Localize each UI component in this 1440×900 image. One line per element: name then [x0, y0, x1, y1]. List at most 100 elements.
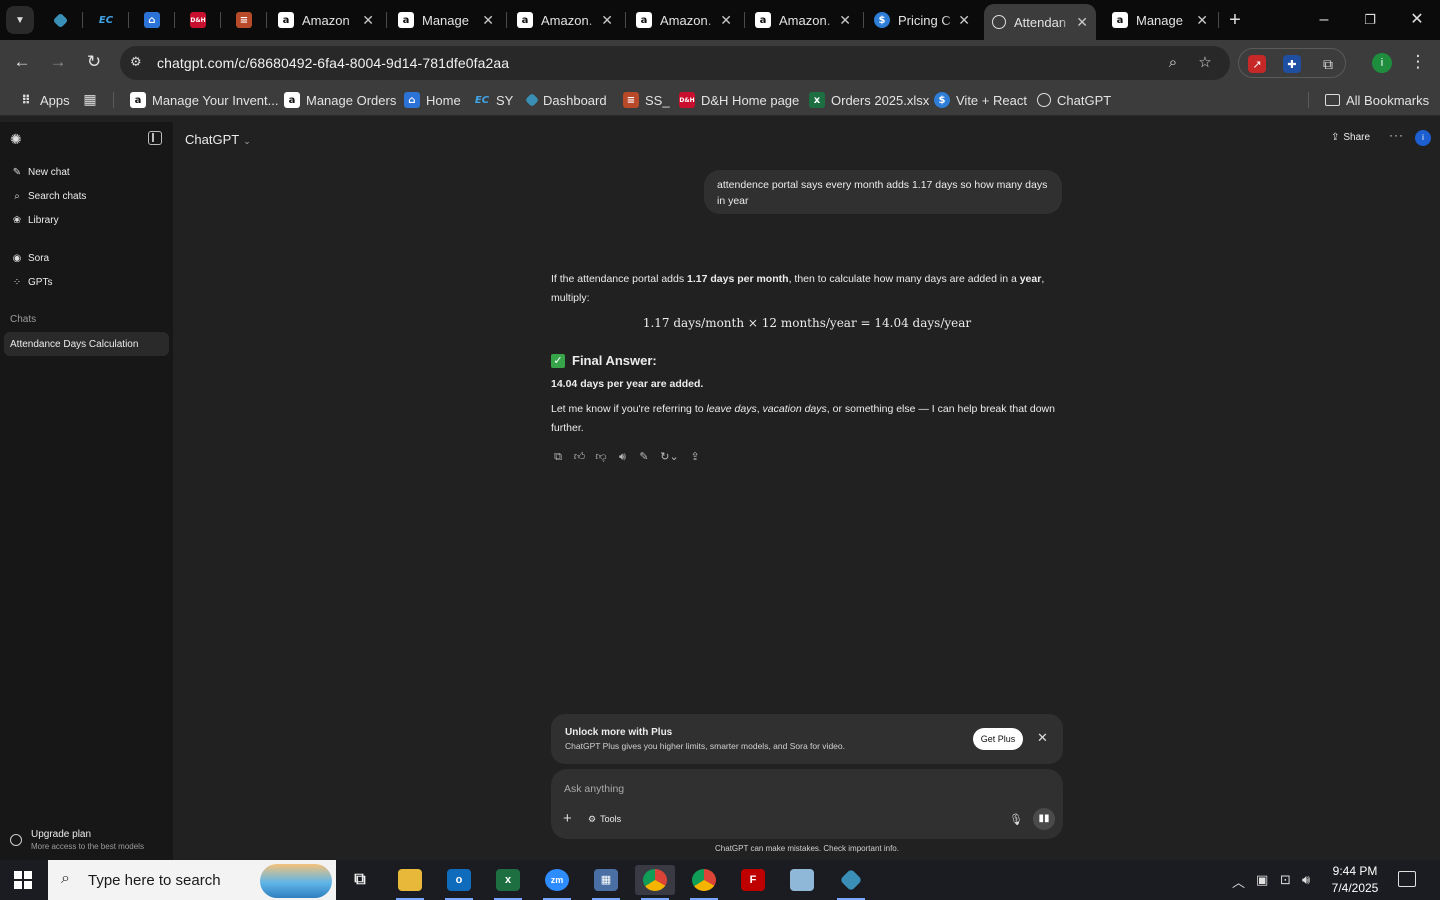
close-icon[interactable]: ✕ — [839, 12, 851, 29]
pinned-tab[interactable]: ≡ — [232, 8, 256, 32]
volume-icon[interactable]: 🔊︎ — [1302, 872, 1310, 888]
browser-tab[interactable]: $ Pricing C ✕ — [866, 6, 978, 34]
get-plus-button[interactable]: Get Plus — [973, 728, 1023, 750]
bookmark-item[interactable]: Dashboard — [524, 91, 607, 109]
close-icon[interactable]: ✕ — [1196, 12, 1208, 29]
browser-tab-active[interactable]: Attendan ✕ — [984, 4, 1096, 40]
all-bookmarks[interactable]: All Bookmarks — [1325, 91, 1429, 109]
bookmark-item[interactable]: EC SY — [474, 91, 513, 109]
bookmark-item[interactable]: D&H D&H Home page — [679, 91, 799, 109]
bookmark-item[interactable]: a Manage Orders — [284, 91, 396, 109]
site-info-icon[interactable]: ⚙ — [130, 54, 148, 72]
close-icon[interactable]: ✕ — [362, 12, 374, 29]
bookmark-item[interactable]: a Manage Your Invent... — [130, 91, 278, 109]
bookmark-item[interactable]: ≡ SS_ — [623, 91, 670, 109]
app-icon[interactable] — [831, 865, 871, 900]
bookmark-item[interactable]: ChatGPT — [1037, 91, 1111, 109]
pdf-extension-icon[interactable]: ↗ — [1248, 55, 1266, 73]
restore-icon[interactable]: ❐ — [1358, 8, 1382, 32]
bookmark-item[interactable]: $ Vite + React — [934, 91, 1027, 109]
close-icon[interactable]: ✕ — [958, 12, 970, 29]
chrome-icon[interactable] — [684, 865, 724, 900]
task-view-icon[interactable]: ⧉ — [340, 865, 380, 895]
amazon-icon: a — [636, 12, 652, 28]
pinned-tab[interactable] — [48, 8, 72, 32]
sidebar-chat-attendance-days[interactable]: Attendance Days Calculation — [4, 332, 169, 356]
system-clock[interactable]: 9:44 PM 7/4/2025 — [1325, 863, 1385, 897]
file-explorer-icon[interactable] — [390, 865, 430, 900]
new-tab-icon[interactable]: + — [1223, 8, 1247, 32]
tools-button[interactable]: ⚙ Tools — [588, 814, 621, 825]
pinned-tab[interactable]: EC — [94, 8, 118, 32]
close-icon[interactable]: ✕ — [1037, 730, 1048, 746]
calculator-icon[interactable]: ▦ — [586, 865, 626, 900]
close-icon[interactable]: ✕ — [601, 12, 613, 29]
microphone-icon[interactable]: 🎙︎ — [1009, 813, 1023, 826]
regenerate-icon[interactable]: ↻⌄ — [659, 450, 681, 464]
address-bar[interactable]: ⚙ chatgpt.com/c/68680492-6fa4-8004-9d14-… — [120, 46, 1230, 80]
taskbar-search[interactable]: ⌕ Type here to search — [48, 860, 336, 900]
browser-tab[interactable]: a Amazon ✕ — [270, 6, 382, 34]
tab-groups-button[interactable]: ▦ — [82, 91, 104, 109]
forward-icon[interactable]: → — [46, 50, 70, 74]
security-icon[interactable]: ▣ — [1256, 872, 1268, 888]
sidebar-item-library[interactable]: ❀ Library — [4, 209, 169, 231]
puzzle-extension-icon[interactable]: ✚ — [1283, 55, 1301, 73]
star-icon[interactable]: ☆ — [1196, 54, 1214, 72]
network-icon[interactable]: ⊡ — [1280, 872, 1291, 888]
close-icon[interactable]: ✕ — [720, 12, 732, 29]
profile-avatar[interactable]: i — [1372, 53, 1392, 73]
windows-start-icon[interactable] — [14, 871, 32, 889]
more-options-icon[interactable]: ··· — [1389, 128, 1404, 142]
chrome-icon[interactable] — [635, 865, 675, 900]
plus-icon[interactable]: + — [563, 810, 572, 827]
filezilla-icon[interactable]: F — [733, 865, 773, 895]
openai-logo-icon[interactable]: ✺ — [10, 131, 26, 147]
browser-tab[interactable]: a Manage ✕ — [1104, 6, 1216, 34]
voice-mode-icon[interactable]: ▮▮ — [1033, 808, 1055, 830]
share-button[interactable]: ⇪ Share — [1331, 132, 1370, 143]
bookmark-item[interactable]: x Orders 2025.xlsx — [809, 91, 929, 109]
back-icon[interactable]: ← — [10, 50, 34, 74]
bookmark-item[interactable]: ⌂ Home — [404, 91, 461, 109]
window-close-icon[interactable]: ✕ — [1405, 8, 1429, 32]
share-message-icon[interactable]: ⇪ — [688, 450, 702, 464]
upgrade-plan-button[interactable]: Upgrade plan More access to the best mod… — [10, 828, 170, 858]
reload-icon[interactable]: ↻ — [82, 50, 106, 74]
browser-tab[interactable]: a Amazon. ✕ — [747, 6, 859, 34]
prompt-input[interactable] — [564, 780, 994, 798]
zoom-icon[interactable]: zm — [537, 865, 577, 900]
notifications-icon[interactable] — [1398, 871, 1416, 887]
copy-icon[interactable]: ⧉ — [551, 450, 565, 464]
browser-tab[interactable]: a Amazon. ✕ — [509, 6, 621, 34]
browser-tab[interactable]: a Amazon. ✕ — [628, 6, 740, 34]
url-text[interactable]: chatgpt.com/c/68680492-6fa4-8004-9d14-78… — [157, 55, 509, 71]
chevron-up-icon[interactable]: ︿ — [1232, 872, 1245, 891]
sidebar-item-gpts[interactable]: ⁘ GPTs — [4, 271, 169, 293]
notepad-icon[interactable] — [782, 865, 822, 895]
pinned-tab[interactable]: D&H — [186, 8, 210, 32]
bookmark-apps[interactable]: ⠿ Apps — [18, 91, 69, 109]
close-icon[interactable]: ✕ — [1076, 14, 1088, 31]
pinned-tab[interactable]: ⌂ — [140, 8, 164, 32]
menu-icon[interactable]: ⋮ — [1406, 50, 1430, 74]
edit-canvas-icon[interactable]: ✎ — [637, 450, 651, 464]
outlook-icon[interactable]: o — [439, 865, 479, 900]
user-avatar[interactable]: i — [1415, 130, 1431, 146]
tab-search-button[interactable]: ▼ — [6, 6, 34, 34]
sidebar-item-search-chats[interactable]: ⌕ Search chats — [4, 185, 169, 207]
read-aloud-icon[interactable]: 🔊︎ — [616, 450, 630, 464]
thumbs-down-icon[interactable]: 👎︎ — [594, 450, 608, 464]
thumbs-up-icon[interactable]: 👍︎ — [573, 450, 587, 464]
sidebar-toggle-icon[interactable] — [148, 131, 162, 145]
model-selector[interactable]: ChatGPT ⌄ — [185, 132, 251, 147]
sidebar-item-new-chat[interactable]: ✎ New chat — [4, 161, 169, 183]
sidebar-item-sora[interactable]: ◉ Sora — [4, 247, 169, 269]
zoom-icon[interactable]: ⌕ — [1164, 54, 1182, 72]
browser-tab[interactable]: a Manage ✕ — [390, 6, 502, 34]
excel-icon[interactable]: x — [488, 865, 528, 900]
close-icon[interactable]: ✕ — [482, 12, 494, 29]
answer-text: , then to calculate how many days are ad… — [788, 273, 1020, 285]
minimize-icon[interactable]: – — [1312, 8, 1336, 32]
extensions-icon[interactable]: ⧉ — [1319, 55, 1337, 73]
